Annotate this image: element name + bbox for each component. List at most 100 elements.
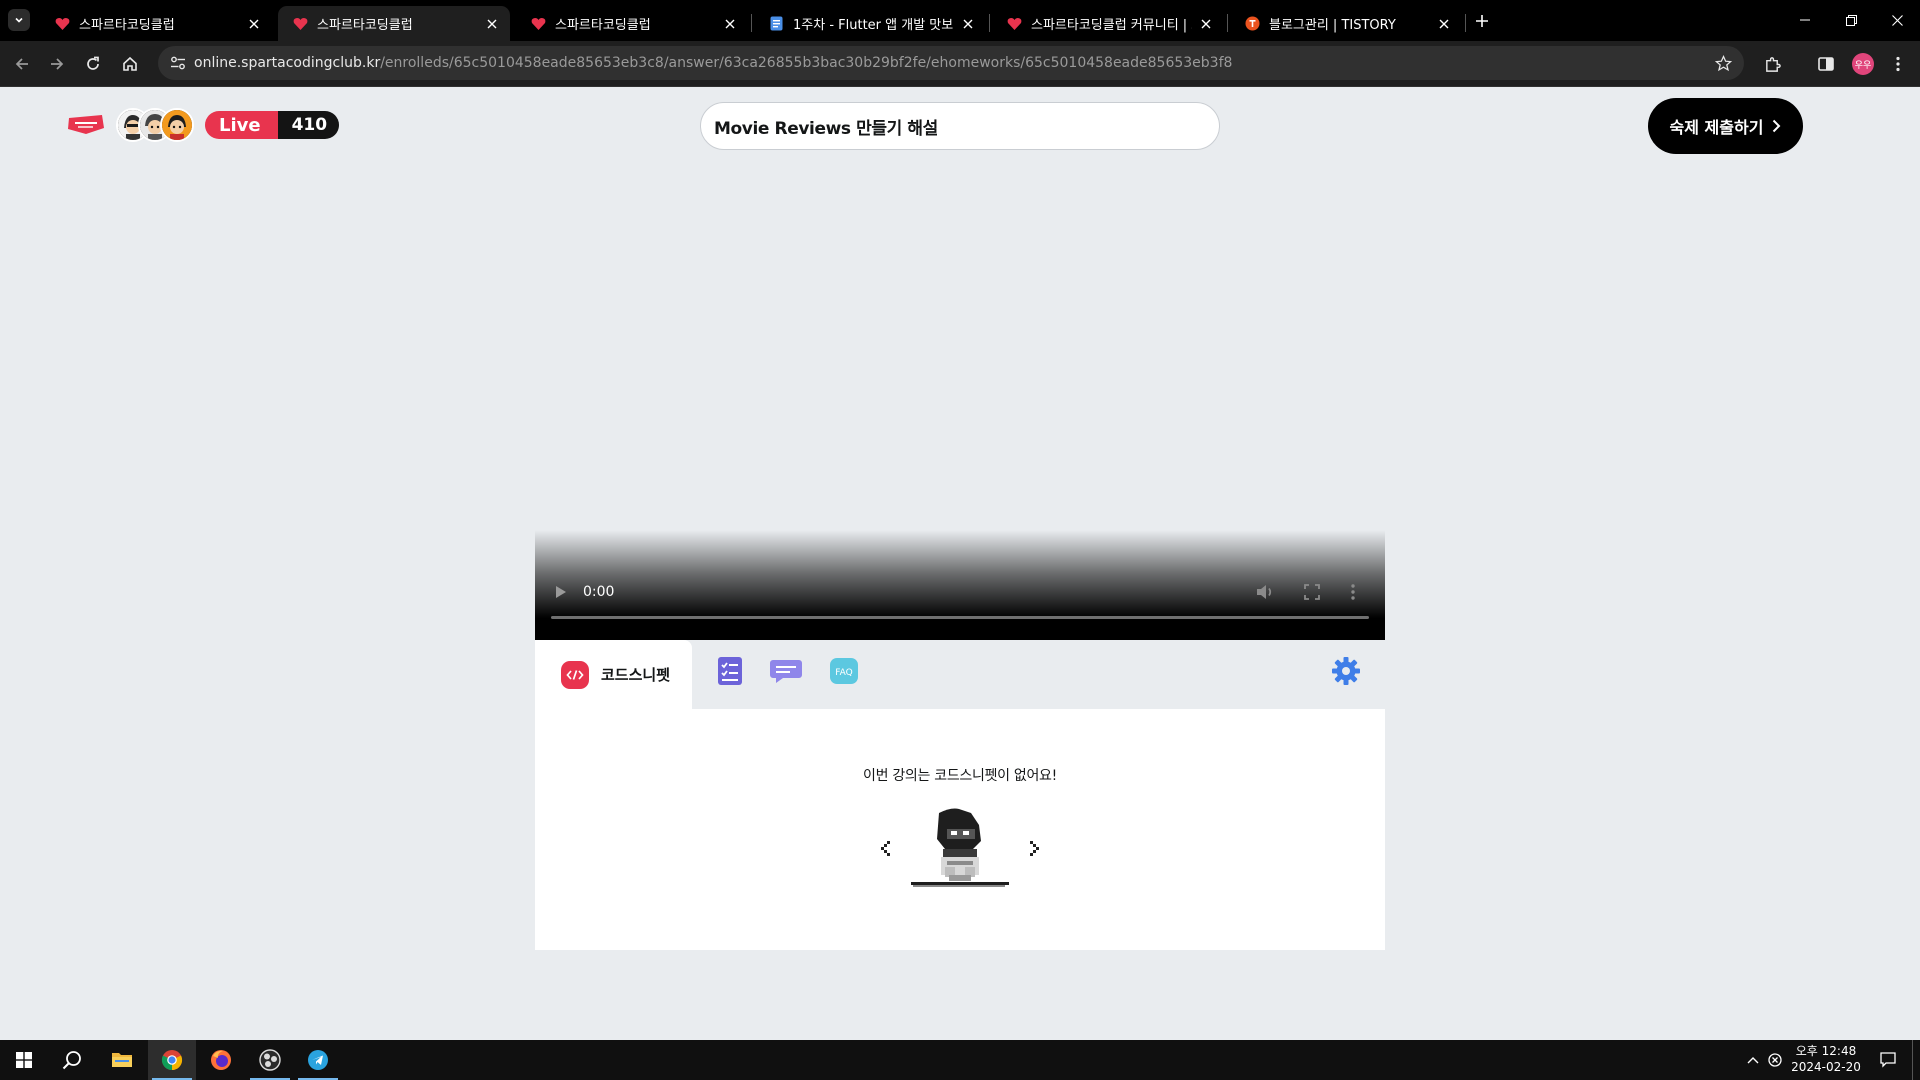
faq-label: FAQ [835, 668, 852, 678]
profile-avatar[interactable]: 우우 [1852, 53, 1874, 75]
browser-tab[interactable]: 스파르타코딩클럽 커뮤니티 | 스 [992, 6, 1224, 41]
sparta-icon [292, 16, 308, 32]
browser-tab[interactable]: 스파르타코딩클럽 [40, 6, 272, 41]
mute-button[interactable] [1255, 583, 1275, 601]
new-tab-button[interactable] [1470, 9, 1494, 33]
chevron-down-icon [15, 17, 23, 23]
tab-code-snippet-label: 코드스니펫 [601, 666, 671, 684]
sparta-icon [54, 16, 70, 32]
firefox-taskbar-button[interactable] [197, 1040, 245, 1080]
browser-menu-button[interactable] [1884, 50, 1912, 78]
tistory-icon [1244, 16, 1260, 32]
tab-separator [989, 14, 990, 32]
sparta-logo[interactable] [66, 114, 106, 136]
lesson-tools-bar: 코드스니펫 FAQ [535, 640, 1385, 709]
home-icon [123, 56, 137, 71]
network-status-button[interactable] [1766, 1040, 1784, 1080]
play-icon [556, 586, 566, 598]
chat-bubble-icon [770, 660, 802, 683]
search-button[interactable] [48, 1040, 96, 1080]
plus-icon [1476, 15, 1488, 27]
lesson-title-box[interactable]: Movie Reviews 만들기 해설 [700, 102, 1220, 150]
tab-separator [1465, 14, 1466, 32]
back-button[interactable] [8, 50, 36, 78]
chrome-taskbar-button[interactable] [148, 1040, 196, 1080]
next-arrow-button[interactable] [1027, 837, 1043, 861]
close-icon[interactable] [722, 16, 738, 32]
live-viewer-count: 410 [277, 111, 340, 139]
reload-icon [87, 56, 99, 70]
doc-icon [768, 16, 784, 32]
submit-homework-label: 숙제 제출하기 [1669, 118, 1764, 137]
close-window-button[interactable] [1874, 0, 1920, 40]
close-icon[interactable] [960, 16, 976, 32]
close-icon [1891, 14, 1903, 26]
browser-tab-active[interactable]: 스파르타코딩클럽 [278, 6, 510, 41]
clock-date: 2024-02-20 [1791, 1060, 1861, 1074]
telegram-icon [308, 1050, 328, 1070]
checklist-icon [718, 657, 742, 685]
fullscreen-button[interactable] [1303, 583, 1321, 601]
volume-icon [1257, 585, 1272, 599]
browser-tab[interactable]: 블로그관리 | TISTORY [1230, 6, 1462, 41]
settings-button[interactable] [1331, 656, 1361, 686]
extensions-button[interactable] [1758, 50, 1786, 78]
tray-overflow-button[interactable] [1744, 1040, 1762, 1080]
pixel-arrow-right-icon [1030, 841, 1039, 856]
obs-taskbar-button[interactable] [246, 1040, 294, 1080]
play-button[interactable] [553, 584, 569, 600]
side-panel-button[interactable] [1812, 50, 1840, 78]
address-bar[interactable]: online.spartacodingclub.kr/enrolleds/65c… [158, 46, 1744, 80]
url-path: /enrolleds/65c5010458eade85653eb3c8/answ… [380, 55, 1233, 71]
tab-notes[interactable] [713, 654, 747, 688]
network-disconnected-icon [1768, 1053, 1782, 1067]
forward-button[interactable] [43, 50, 71, 78]
site-info-icon[interactable] [167, 52, 189, 74]
telegram-taskbar-button[interactable] [294, 1040, 342, 1080]
notifications-button[interactable] [1874, 1040, 1902, 1080]
close-icon[interactable] [1436, 16, 1452, 32]
live-label: Live [205, 111, 278, 139]
show-desktop-button[interactable] [1912, 1040, 1913, 1080]
bookmark-star-icon[interactable] [1712, 52, 1734, 74]
more-vertical-icon [1351, 584, 1355, 600]
browser-tab[interactable]: 스파르타코딩클럽 [516, 6, 748, 41]
tab-search-button[interactable] [8, 9, 30, 31]
clock-time: 오후 12:48 [1795, 1044, 1857, 1058]
side-panel-icon [1818, 57, 1834, 71]
avatar [160, 108, 194, 142]
close-icon[interactable] [1198, 16, 1214, 32]
arrow-left-icon [15, 58, 28, 70]
tab-separator [1227, 14, 1228, 32]
windows-logo-icon [16, 1052, 32, 1068]
windows-taskbar: 오후 12:48 2024-02-20 [0, 1040, 1920, 1080]
tab-code-snippet[interactable]: 코드스니펫 [535, 640, 692, 709]
video-progress-bar[interactable] [551, 616, 1369, 619]
close-icon[interactable] [484, 16, 500, 32]
reload-button[interactable] [79, 50, 107, 78]
browser-tab[interactable]: 1주차 - Flutter 앱 개발 맛보기 [754, 6, 986, 41]
restore-button[interactable] [1828, 0, 1874, 40]
tab-title: 1주차 - Flutter 앱 개발 맛보기 [793, 18, 954, 33]
start-button[interactable] [0, 1040, 48, 1080]
tab-faq[interactable]: FAQ [827, 654, 861, 688]
puzzle-icon [1765, 56, 1781, 72]
video-menu-button[interactable] [1351, 583, 1361, 601]
submit-homework-button[interactable]: 숙제 제출하기 [1648, 98, 1803, 154]
video-time: 0:00 [583, 584, 615, 600]
taskbar-clock[interactable]: 오후 12:48 2024-02-20 [1786, 1043, 1866, 1075]
tab-questions[interactable] [769, 654, 803, 688]
more-vertical-icon [1896, 56, 1900, 72]
close-icon[interactable] [246, 16, 262, 32]
url-text: online.spartacodingclub.kr/enrolleds/65c… [194, 46, 1232, 80]
empty-snippet-message: 이번 강의는 코드스니펫이 없어요! [863, 768, 1057, 784]
sparta-icon [530, 16, 546, 32]
page-header: Live 410 Movie Reviews 만들기 해설 숙제 제출하기 [0, 88, 1920, 166]
file-explorer-button[interactable] [98, 1040, 146, 1080]
url-host: online.spartacodingclub.kr [194, 55, 381, 71]
home-button[interactable] [116, 50, 144, 78]
video-player[interactable]: 0:00 [535, 530, 1385, 640]
prev-arrow-button[interactable] [877, 837, 893, 861]
minimize-button[interactable] [1782, 0, 1828, 40]
minimize-icon [1800, 19, 1810, 21]
